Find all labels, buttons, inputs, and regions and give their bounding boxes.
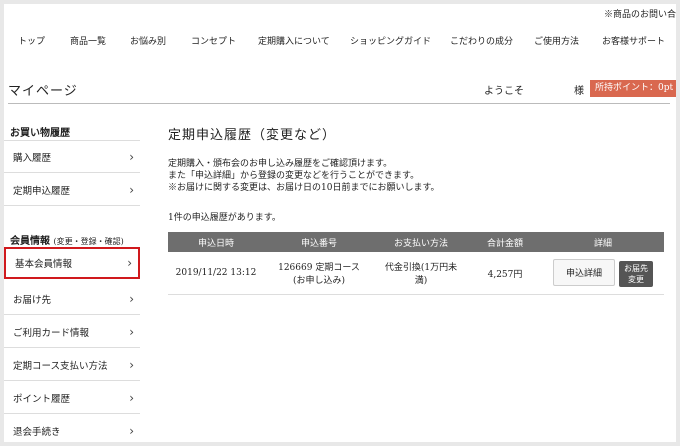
sidebar-item-delivery-address[interactable]: お届け先 › xyxy=(4,283,140,315)
chevron-right-icon: › xyxy=(129,291,134,306)
col-payment: お支払い方法 xyxy=(374,232,468,252)
chevron-right-icon: › xyxy=(129,149,134,164)
section-title: 定期申込履歴（変更など） xyxy=(168,128,337,143)
nav-products[interactable]: 商品一覧 xyxy=(70,34,106,47)
nav-subscription[interactable]: 定期購入について xyxy=(258,34,330,47)
sidebar-head-member-note: (変更・登録・確認) xyxy=(53,237,124,246)
sidebar-head-purchase: お買い物履歴 xyxy=(10,128,70,139)
chevron-right-icon: › xyxy=(129,357,134,372)
cell-number-line2: (お申し込み) xyxy=(292,276,346,286)
sidebar-item-card-info[interactable]: ご利用カード情報 › xyxy=(4,316,140,348)
cell-number-line1: 126669 定期コース xyxy=(278,263,360,273)
points-badge: 所持ポイント：0pt xyxy=(590,80,676,97)
nav-ingredients[interactable]: こだわりの成分 xyxy=(450,34,513,47)
sidebar-item-label: 退会手続き xyxy=(13,426,61,438)
cell-total: 4,257円 xyxy=(468,252,542,295)
col-total: 合計金額 xyxy=(468,232,542,252)
col-date: 申込日時 xyxy=(168,232,264,252)
description-line: ※お届けに関する変更は、お届け日の10日前までにお願いします。 xyxy=(168,183,440,193)
page-title: マイページ xyxy=(8,84,78,99)
sidebar-item-withdrawal[interactable]: 退会手続き › xyxy=(4,415,140,442)
chevron-right-icon: › xyxy=(127,256,132,270)
cell-payment-line1: 代金引換(1万円未 xyxy=(384,263,458,273)
welcome-text: ようこそ xyxy=(484,86,524,97)
description-line: 定期購入・頒布会のお申し込み履歴をご確認頂けます。 xyxy=(168,159,393,169)
sidebar-item-course-payment[interactable]: 定期コース支払い方法 › xyxy=(4,349,140,381)
sidebar-item-subscription-history[interactable]: 定期申込履歴 › xyxy=(4,174,140,206)
sidebar-item-points-history[interactable]: ポイント履歴 › xyxy=(4,382,140,414)
sidebar-item-label: 定期申込履歴 xyxy=(13,185,71,197)
chevron-right-icon: › xyxy=(129,324,134,339)
nav-support[interactable]: お客様サポート xyxy=(602,34,665,47)
cell-number: 126669 定期コース (お申し込み) xyxy=(264,252,374,295)
page-frame: ※商品のお問い合 トップ 商品一覧 お悩み別 コンセプト 定期購入について ショ… xyxy=(4,4,676,442)
sidebar-item-label: 基本会員情報 xyxy=(15,259,73,270)
global-nav: トップ 商品一覧 お悩み別 コンセプト 定期購入について ショッピングガイド こ… xyxy=(4,34,676,54)
sidebar-head-member: 会員情報 (変更・登録・確認) xyxy=(10,232,124,247)
nav-concept[interactable]: コンセプト xyxy=(191,34,236,47)
description-line: また「申込詳細」から登録の変更などを行うことができます。 xyxy=(168,171,420,181)
change-delivery-line1: お届先 xyxy=(624,263,648,273)
sidebar-item-purchase-history[interactable]: 購入履歴 › xyxy=(4,141,140,173)
cell-payment: 代金引換(1万円未 満) xyxy=(374,252,468,295)
cell-detail: 申込詳細お届先 変更 xyxy=(542,252,664,295)
nav-top[interactable]: トップ xyxy=(18,34,45,47)
sidebar-item-label: 定期コース支払い方法 xyxy=(13,360,108,372)
table-row: 2019/11/22 13:12 126669 定期コース (お申し込み) 代金… xyxy=(168,252,664,295)
nav-shopping-guide[interactable]: ショッピングガイド xyxy=(350,34,431,47)
chevron-right-icon: › xyxy=(129,423,134,438)
table-header-row: 申込日時 申込番号 お支払い方法 合計金額 詳細 xyxy=(168,232,664,252)
nav-concerns[interactable]: お悩み別 xyxy=(130,34,166,47)
sidebar-item-label: ポイント履歴 xyxy=(13,393,71,405)
sidebar-head-member-label: 会員情報 xyxy=(10,236,50,247)
header-divider xyxy=(8,103,670,104)
chevron-right-icon: › xyxy=(129,182,134,197)
honorific: 様 xyxy=(574,86,584,97)
change-delivery-button[interactable]: お届先 変更 xyxy=(619,260,653,287)
col-detail: 詳細 xyxy=(542,232,664,252)
sidebar-item-label: お届け先 xyxy=(13,294,52,306)
sidebar-item-label: 購入履歴 xyxy=(13,152,52,164)
chevron-right-icon: › xyxy=(129,390,134,405)
subscription-history-table: 申込日時 申込番号 お支払い方法 合計金額 詳細 2019/11/22 13:1… xyxy=(168,232,664,295)
cell-payment-line2: 満) xyxy=(414,276,428,286)
application-detail-button[interactable]: 申込詳細 xyxy=(552,259,615,287)
description: 定期購入・頒布会のお申し込み履歴をご確認頂けます。 また「申込詳細」から登録の変… xyxy=(168,158,440,194)
header-notice[interactable]: ※商品のお問い合 xyxy=(604,7,676,20)
sidebar-item-basic-member-info[interactable]: 基本会員情報 › xyxy=(4,247,140,279)
nav-usage[interactable]: ご使用方法 xyxy=(534,34,579,47)
cell-date: 2019/11/22 13:12 xyxy=(168,252,264,295)
col-number: 申込番号 xyxy=(264,232,374,252)
history-count: 1件の申込履歴があります。 xyxy=(168,213,281,223)
sidebar-item-label: ご利用カード情報 xyxy=(13,327,90,339)
change-delivery-line2: 変更 xyxy=(628,274,644,284)
